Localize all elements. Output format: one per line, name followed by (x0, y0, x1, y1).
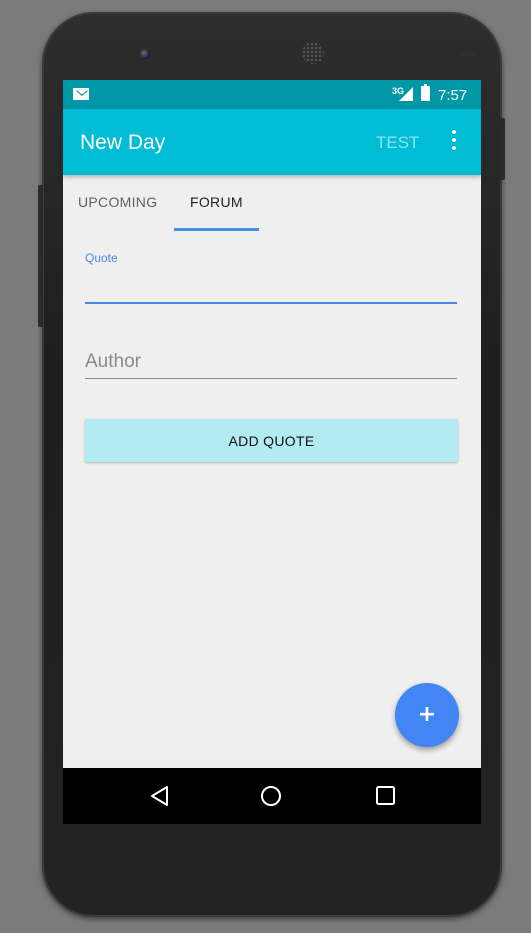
app-bar: New Day TEST (63, 109, 481, 175)
home-icon[interactable] (241, 768, 301, 824)
sensor-icon (460, 52, 476, 56)
volume-button (38, 185, 43, 327)
quote-input[interactable] (85, 270, 457, 304)
add-fab-button[interactable]: + (395, 683, 459, 747)
recent-apps-icon[interactable] (356, 768, 416, 824)
tab-indicator (174, 228, 259, 231)
app-title: New Day (80, 131, 166, 154)
device-screen: 3G 7:57 New Day TEST UPCOMING FORUM Quot… (63, 80, 481, 824)
status-time: 7:57 (438, 87, 468, 104)
tab-bar: UPCOMING FORUM (63, 175, 481, 231)
power-button (500, 118, 505, 180)
tab-forum[interactable]: FORUM (190, 194, 243, 210)
navigation-bar (63, 768, 481, 824)
status-bar: 3G 7:57 (63, 80, 481, 109)
speaker-icon (302, 42, 324, 64)
add-quote-button[interactable]: ADD QUOTE (85, 419, 458, 462)
signal-icon (399, 87, 413, 101)
more-vert-icon[interactable] (449, 130, 459, 152)
author-input[interactable] (85, 346, 457, 379)
camera-icon (140, 49, 150, 59)
battery-icon (421, 84, 430, 101)
mail-icon (73, 88, 89, 100)
back-icon[interactable] (129, 768, 189, 824)
quote-field-label: Quote (85, 251, 118, 265)
tab-upcoming[interactable]: UPCOMING (78, 194, 157, 210)
test-action-button[interactable]: TEST (376, 133, 419, 153)
